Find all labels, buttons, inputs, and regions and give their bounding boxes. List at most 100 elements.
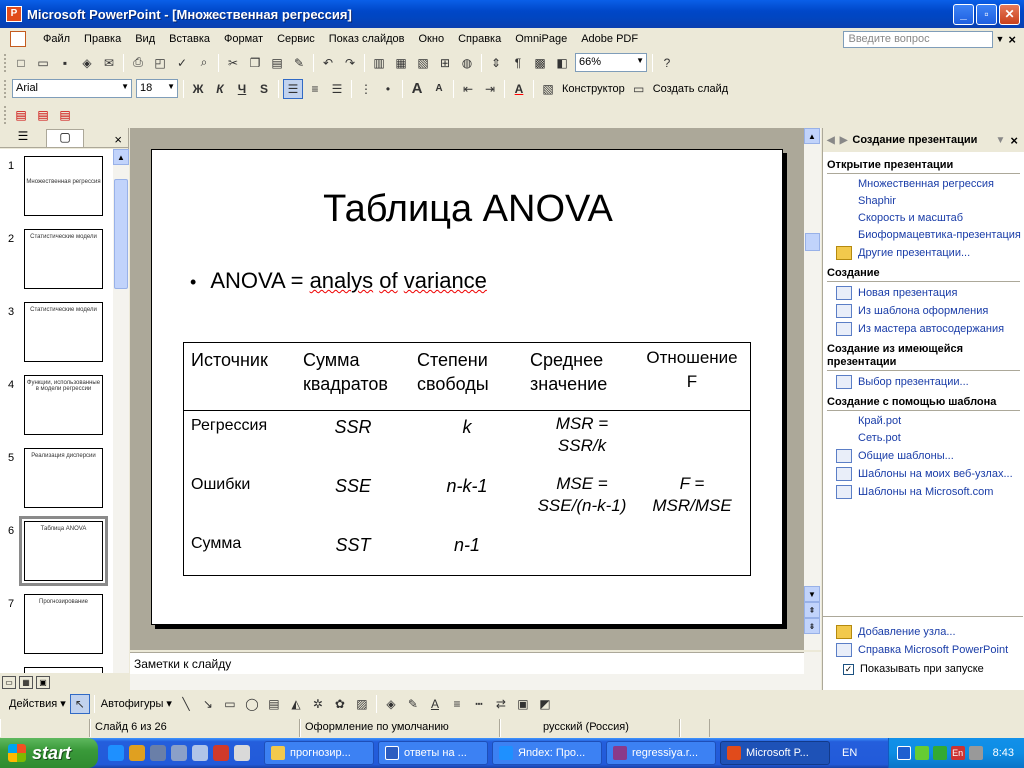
hyperlink-icon[interactable]: ⊞ [435,53,455,73]
slide-scrollbar[interactable]: ▲ ▼ ⇞ ⇟ [804,128,821,650]
diagram-icon[interactable]: ✲ [308,694,328,714]
autocontent-wizard-link[interactable]: Из мастера автосодержания [836,322,1024,336]
general-templates-link[interactable]: Общие шаблоны... [836,449,1024,463]
tray-icon[interactable] [968,746,983,760]
email-icon[interactable]: ✉ [99,53,119,73]
template-link[interactable]: Сеть.pot [858,432,1024,445]
arrow-style-icon[interactable]: ⇄ [491,694,511,714]
document-icon[interactable] [10,31,26,47]
picture-icon[interactable]: ▨ [352,694,372,714]
research-icon[interactable]: ⌕ [194,53,214,73]
tray-icon[interactable] [932,746,947,760]
shadow-style-icon[interactable]: ▣ [513,694,533,714]
quicklaunch-icon[interactable] [234,745,250,761]
close-document-icon[interactable]: × [1008,32,1016,47]
taskbar-item[interactable]: regressiya.r... [606,741,716,765]
menu-adobe-pdf[interactable]: Adobe PDF [574,33,645,45]
help-link[interactable]: Справка Microsoft PowerPoint [836,643,1023,657]
slide-canvas[interactable]: Таблица ANOVA • ANOVA = analys of varianc… [151,149,783,625]
recent-file-link[interactable]: Shaphir [858,195,1024,208]
font-size-select[interactable]: 18 ▼ [136,79,178,98]
forward-icon[interactable]: ▶ [840,135,848,146]
menu-file[interactable]: Файл [36,33,77,45]
globe-icon[interactable]: ◍ [457,53,477,73]
help-icon[interactable]: ? [657,53,677,73]
align-right-icon[interactable]: ☰ [327,79,347,99]
start-button[interactable]: start [0,738,98,768]
taskbar-item[interactable]: Яndex: Про... [492,741,602,765]
thumbnail-scrollbar[interactable]: ▲ [113,149,129,673]
paste-icon[interactable]: ▤ [267,53,287,73]
permission-icon[interactable]: ◈ [77,53,97,73]
numbering-icon[interactable]: ⋮ [356,79,376,99]
scroll-down-icon[interactable]: ▼ [804,586,820,602]
notes-scrollbar[interactable] [804,652,821,674]
menu-help[interactable]: Справка [451,33,508,45]
thumbnail-slide-6[interactable]: 6 Таблица ANOVA [0,516,113,591]
format-painter-icon[interactable]: ✎ [289,53,309,73]
menu-edit[interactable]: Правка [77,33,128,45]
chevron-down-icon[interactable]: ▼ [996,135,1006,146]
fill-color-icon[interactable]: ◈ [381,694,401,714]
web-templates-link[interactable]: Шаблоны на моих веб-узлах... [836,467,1024,481]
quicklaunch-icon[interactable] [192,745,208,761]
slide-title[interactable]: Таблица ANOVA [152,188,784,231]
thumbnail-slide-1[interactable]: 1 Множественная регрессия [0,156,113,226]
increase-indent-icon[interactable]: ⇥ [480,79,500,99]
taskbar-item[interactable]: прогнозир... [264,741,374,765]
scroll-thumb[interactable] [805,233,820,251]
menu-omnipage[interactable]: OmniPage [508,33,574,45]
thumbnail-slide-2[interactable]: 2 Статистические модели [0,229,113,299]
underline-button[interactable]: Ч [232,79,252,99]
notes-pane[interactable]: Заметки к слайду [130,652,804,674]
font-color-icon[interactable]: A [425,694,445,714]
line-icon[interactable]: ╲ [176,694,196,714]
toolbar-grip[interactable] [4,105,7,124]
language-indicator[interactable]: EN [842,747,857,759]
microsoft-templates-link[interactable]: Шаблоны на Microsoft.com [836,485,1024,499]
tab-slides[interactable]: ▢ [46,129,84,147]
bold-button[interactable]: Ж [188,79,208,99]
quicklaunch-icon[interactable] [171,745,187,761]
expand-all-icon[interactable]: ⇕ [486,53,506,73]
pdf-review-icon[interactable]: ▤ [55,105,75,125]
recent-file-link[interactable]: Скорость и масштаб [858,212,1024,225]
designer-button[interactable]: Конструктор [559,83,628,95]
cut-icon[interactable]: ✂ [223,53,243,73]
quicklaunch-icon[interactable] [150,745,166,761]
show-formatting-icon[interactable]: ¶ [508,53,528,73]
ask-question-input[interactable]: Введите вопрос [843,30,994,48]
close-icon[interactable]: × [1010,133,1018,148]
oval-icon[interactable]: ◯ [242,694,262,714]
menu-window[interactable]: Окно [412,33,452,45]
choose-presentation-link[interactable]: Выбор презентации... [836,375,1024,389]
thumbnail-slide-3[interactable]: 3 Статистические модели [0,302,113,372]
task-pane-title[interactable]: Создание презентации [852,134,995,146]
bullets-icon[interactable]: • [378,79,398,99]
preview-icon[interactable]: ◰ [150,53,170,73]
menu-format[interactable]: Формат [217,33,270,45]
undo-icon[interactable]: ↶ [318,53,338,73]
anova-table[interactable]: Источник Сумма квадратов Степени свободы… [183,342,751,576]
autoshapes-menu[interactable]: Автофигуры ▾ [98,697,175,710]
pdf-email-icon[interactable]: ▤ [33,105,53,125]
shadow-button[interactable]: S [254,79,274,99]
new-slide-icon[interactable]: ▭ [629,79,649,99]
slide-bullet[interactable]: • ANOVA = analys of variance [190,268,487,294]
table-icon[interactable]: ▦ [391,53,411,73]
new-slide-button[interactable]: Создать слайд [650,83,731,95]
dash-style-icon[interactable]: ┅ [469,694,489,714]
horizontal-scrollbar[interactable] [130,674,821,690]
template-link[interactable]: Край.pot [858,415,1024,428]
pdf-convert-icon[interactable]: ▤ [11,105,31,125]
new-presentation-link[interactable]: Новая презентация [836,286,1024,300]
chart-icon[interactable]: ▥ [369,53,389,73]
scroll-thumb[interactable] [114,179,128,289]
increase-font-icon[interactable]: A [407,79,427,99]
copy-icon[interactable]: ❐ [245,53,265,73]
line-style-icon[interactable]: ≡ [447,694,467,714]
ask-dropdown-icon[interactable]: ▼ [995,34,1004,44]
toolbar-grip[interactable] [4,53,7,72]
select-objects-icon[interactable]: ↖ [69,693,90,714]
decrease-font-icon[interactable]: A [429,79,449,99]
